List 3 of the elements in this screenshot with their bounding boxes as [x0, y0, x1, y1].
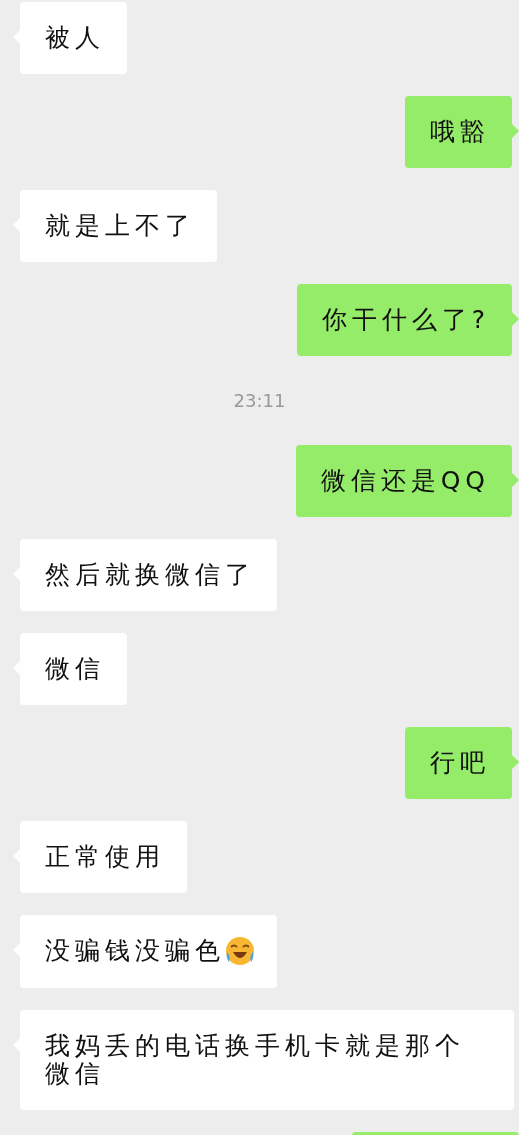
message-text: 没骗钱没骗色 [45, 937, 225, 965]
laughing-tears-emoji-icon [225, 936, 255, 966]
timestamp: 23:11 [233, 390, 286, 411]
